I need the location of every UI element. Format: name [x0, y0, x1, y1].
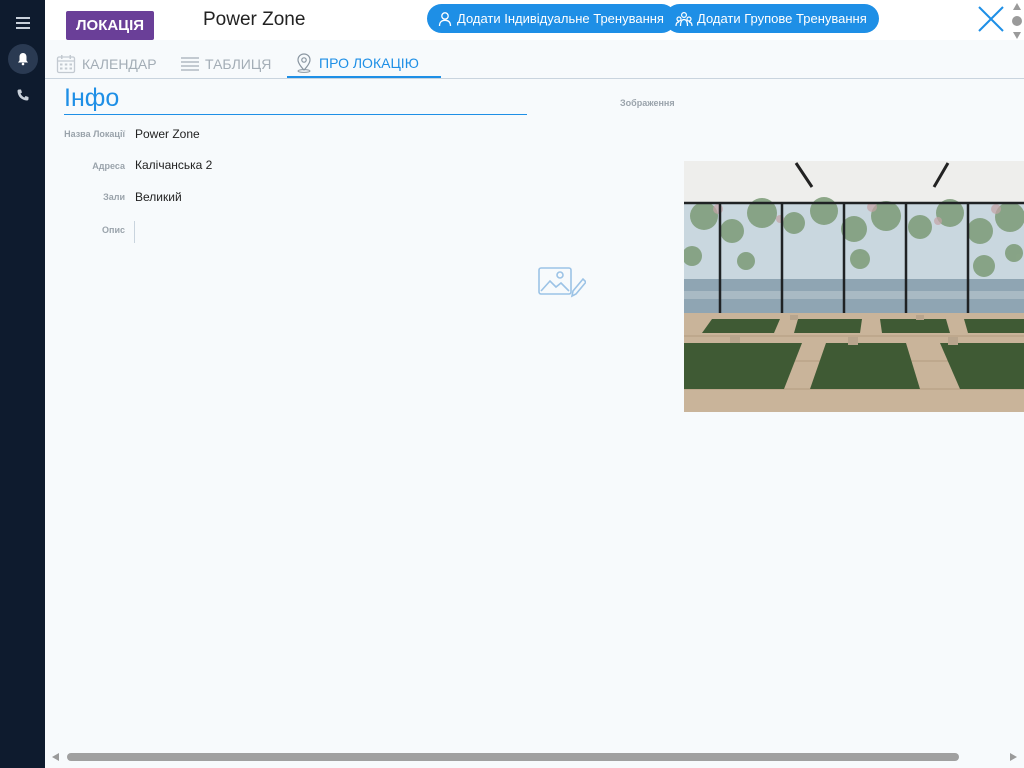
field-label-address: Адреса [92, 161, 125, 171]
field-value-location-name: Power Zone [135, 127, 200, 141]
tab-bar: КАЛЕНДАР ТАБЛИЦЯ ПРО ЛОКАЦІЮ [45, 40, 1024, 79]
horizontal-scrollbar[interactable] [45, 748, 1024, 768]
hamburger-icon [16, 17, 30, 29]
add-group-training-button[interactable]: Додати Групове Тренування [665, 4, 879, 33]
notifications-button[interactable] [8, 44, 38, 74]
scroll-right-arrow-icon[interactable] [1008, 752, 1018, 762]
close-icon[interactable] [976, 4, 1006, 34]
field-label-halls: Зали [103, 192, 125, 202]
field-value-address: Калічанська 2 [135, 158, 213, 172]
add-individual-training-label: Додати Індивідуальне Тренування [457, 11, 664, 26]
map-pin-icon [297, 53, 311, 73]
horizontal-scrollbar-thumb[interactable] [67, 753, 959, 761]
location-badge: ЛОКАЦІЯ [66, 11, 155, 40]
scroll-down-arrow-icon[interactable] [1012, 30, 1022, 40]
main-panel: ЛОКАЦІЯ Power Zone Додати Індивідуальне … [45, 0, 1024, 768]
phone-button[interactable] [8, 80, 38, 110]
edit-image-icon[interactable] [538, 266, 586, 300]
field-label-description: Опис [102, 225, 125, 235]
field-value-halls: Великий [135, 190, 182, 204]
tab-calendar[interactable]: КАЛЕНДАР [56, 50, 157, 78]
menu-button[interactable] [8, 8, 38, 38]
tab-about-location[interactable]: ПРО ЛОКАЦІЮ [287, 50, 441, 78]
tab-table-label: ТАБЛИЦЯ [205, 56, 272, 72]
list-icon [181, 57, 199, 71]
add-group-training-label: Додати Групове Тренування [697, 11, 867, 26]
location-photo [684, 161, 1024, 412]
scroll-up-arrow-icon[interactable] [1012, 2, 1022, 12]
field-label-location-name: Назва Локації [64, 129, 125, 139]
scroll-left-arrow-icon[interactable] [51, 752, 61, 762]
header: ЛОКАЦІЯ Power Zone Додати Індивідуальне … [45, 0, 1024, 40]
tab-about-location-label: ПРО ЛОКАЦІЮ [319, 55, 419, 71]
tab-calendar-label: КАЛЕНДАР [82, 56, 157, 72]
vertical-scrollbar-thumb[interactable] [1012, 16, 1022, 26]
group-icon [675, 11, 693, 26]
add-individual-training-button[interactable]: Додати Індивідуальне Тренування [427, 4, 676, 33]
calendar-icon [56, 55, 76, 74]
location-title: Power Zone [203, 9, 306, 30]
image-section-label: Зображення [620, 98, 675, 108]
sidebar [0, 0, 45, 768]
gym-interior-image [684, 161, 1024, 412]
bell-icon [18, 53, 28, 66]
tab-table[interactable]: ТАБЛИЦЯ [181, 50, 271, 78]
phone-icon [17, 89, 29, 101]
info-section-title: Інфо [64, 84, 527, 115]
user-icon [438, 11, 452, 26]
description-input-line [134, 221, 135, 243]
